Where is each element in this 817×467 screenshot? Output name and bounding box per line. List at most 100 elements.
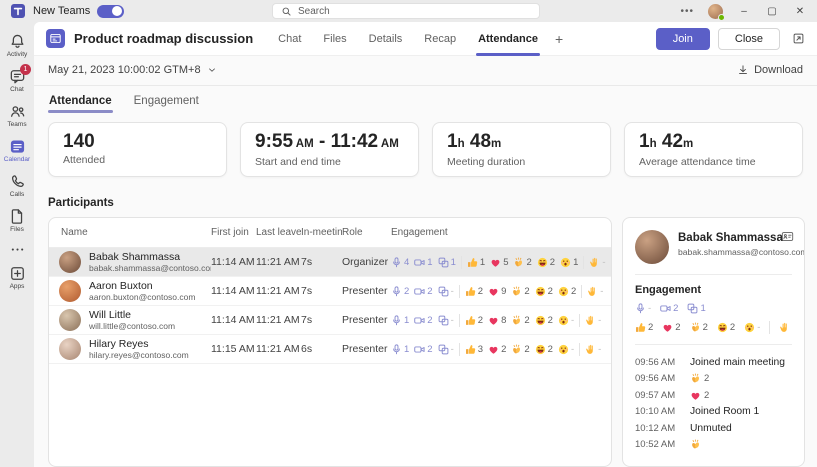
timeline-time: 09:56 AM: [635, 357, 681, 368]
sidebar-item-calendar[interactable]: Calendar: [0, 133, 34, 168]
timeline-time: 09:56 AM: [635, 373, 681, 384]
mic-count: 4: [391, 257, 409, 268]
heart-count: 8: [488, 315, 506, 326]
minimize-button[interactable]: –: [737, 6, 751, 17]
sidebar-item-files[interactable]: Files: [0, 203, 34, 238]
column-header[interactable]: Name: [49, 227, 211, 238]
timeline-entry: 09:56 AMJoined main meeting: [635, 354, 792, 371]
summary-card: 9:55 AM - 11:42 AMStart and end time: [240, 122, 419, 177]
table-row[interactable]: Aaron Buxtonaaron.buxton@contoso.com11:1…: [49, 277, 611, 306]
column-header[interactable]: In-meetin...: [301, 227, 342, 238]
meeting-date-dropdown[interactable]: May 21, 2023 10:00:02 GTM+8: [48, 64, 217, 76]
popout-icon[interactable]: [792, 32, 805, 45]
like-count: 2: [635, 322, 653, 333]
timeline-event: [690, 439, 701, 450]
last-leave-cell: 11:21 AM: [256, 314, 301, 326]
rooms-count: -: [438, 286, 454, 297]
user-avatar[interactable]: [708, 4, 723, 19]
contact-card-icon[interactable]: [781, 230, 794, 243]
toggle-knob: [112, 6, 122, 16]
in-meeting-duration-cell: 7s: [301, 314, 342, 326]
surprised-count: -: [558, 344, 574, 355]
participant-name: Babak Shammassa: [89, 252, 211, 263]
meeting-tabs: ChatFilesDetailsRecapAttendance: [269, 22, 547, 56]
role-cell: Presenter: [342, 343, 391, 355]
clap-icon: [513, 257, 524, 268]
table-row[interactable]: Will Littlewill.little@contoso.com11:14 …: [49, 306, 611, 335]
download-button[interactable]: Download: [737, 64, 803, 76]
laugh-count: 2: [535, 286, 553, 297]
timeline-time: 09:57 AM: [635, 390, 681, 401]
table-row[interactable]: Hilary Reyeshilary.reyes@contoso.com11:1…: [49, 335, 611, 364]
last-leave-cell: 11:21 AM: [256, 256, 301, 268]
sidebar-item-teams[interactable]: Teams: [0, 98, 34, 133]
dots-icon: [9, 241, 26, 258]
chevron-down-icon: [207, 65, 217, 75]
meeting-date: May 21, 2023 10:00:02 GTM+8: [48, 64, 201, 76]
join-button[interactable]: Join: [656, 28, 710, 50]
separator: [579, 343, 580, 356]
engagement-cell: 41115221-: [391, 256, 611, 269]
heart-icon: [662, 322, 673, 333]
participant-name: Hilary Reyes: [89, 339, 189, 350]
engagement-timeline: 09:56 AMJoined main meeting09:56 AM209:5…: [635, 354, 792, 453]
more-options-icon[interactable]: •••: [680, 6, 694, 17]
clap-icon: [690, 373, 701, 384]
column-header[interactable]: Role: [342, 227, 391, 238]
avatar: [59, 251, 81, 273]
clap-icon: [690, 439, 701, 450]
sidebar-item-label: Files: [10, 226, 24, 233]
laugh-icon: [535, 344, 546, 355]
participant-email: babak.shammassa@contoso.com: [89, 263, 211, 273]
participant-email: aaron.buxton@contoso.com: [89, 292, 195, 302]
detail-email: babak.shammassa@contoso.com: [678, 247, 805, 257]
timeline-time: 10:12 AM: [635, 423, 681, 434]
participant-name-cell: Aaron Buxtonaaron.buxton@contoso.com: [49, 280, 211, 302]
surprised-icon: [744, 322, 755, 333]
sidebar-item-chat[interactable]: 1Chat: [0, 63, 34, 98]
engagement-title: Engagement: [635, 284, 792, 296]
divider: [635, 274, 792, 275]
engagement-cell: 12-3222--: [391, 343, 611, 356]
raised-hand-icon: [587, 286, 598, 297]
sidebar-item-apps[interactable]: Apps: [0, 260, 34, 295]
sidebar-item-calls[interactable]: Calls: [0, 168, 34, 203]
laugh-count: 2: [535, 344, 553, 355]
sidebar-item-more[interactable]: [0, 238, 34, 260]
search-input[interactable]: Search: [272, 3, 540, 19]
summary-card: 140Attended: [48, 122, 227, 177]
tab-details[interactable]: Details: [360, 22, 412, 56]
maximize-button[interactable]: ▢: [765, 6, 779, 17]
card-value: 1h 48m: [447, 131, 596, 155]
column-header[interactable]: Last leave: [256, 227, 301, 238]
tab-attendance[interactable]: Attendance: [469, 22, 547, 56]
rooms-icon: [438, 286, 449, 297]
column-header[interactable]: First join: [211, 227, 256, 238]
detail-activity-row: -21: [635, 303, 792, 314]
camera-icon: [414, 344, 425, 355]
heart-icon: [488, 286, 499, 297]
report-tab-attendance[interactable]: Attendance: [40, 86, 121, 116]
column-header[interactable]: Engagement: [391, 227, 611, 238]
new-teams-toggle[interactable]: [97, 5, 124, 18]
table-row[interactable]: Babak Shammassababak.shammassa@contoso.c…: [49, 248, 611, 277]
last-leave-cell: 11:21 AM: [256, 285, 301, 297]
laugh-count: 2: [717, 322, 735, 333]
detail-avatar: [635, 230, 669, 264]
camera-icon: [414, 315, 425, 326]
close-button[interactable]: Close: [718, 28, 780, 50]
participant-name-cell: Babak Shammassababak.shammassa@contoso.c…: [49, 251, 211, 273]
in-meeting-duration-cell: 7s: [301, 285, 342, 297]
report-tab-engagement[interactable]: Engagement: [125, 86, 208, 116]
mic-icon: [391, 315, 402, 326]
tab-recap[interactable]: Recap: [415, 22, 465, 56]
card-label: Meeting duration: [447, 156, 596, 168]
sidebar-item-activity[interactable]: Activity: [0, 28, 34, 63]
close-window-button[interactable]: ✕: [793, 6, 807, 17]
tab-files[interactable]: Files: [314, 22, 355, 56]
sidebar-item-label: Activity: [7, 51, 28, 58]
tab-chat[interactable]: Chat: [269, 22, 310, 56]
app-rail: Activity 1ChatTeamsCalendarCalls Files Apps: [0, 22, 34, 467]
add-tab-button[interactable]: +: [547, 31, 571, 47]
unread-badge: 1: [20, 64, 31, 75]
